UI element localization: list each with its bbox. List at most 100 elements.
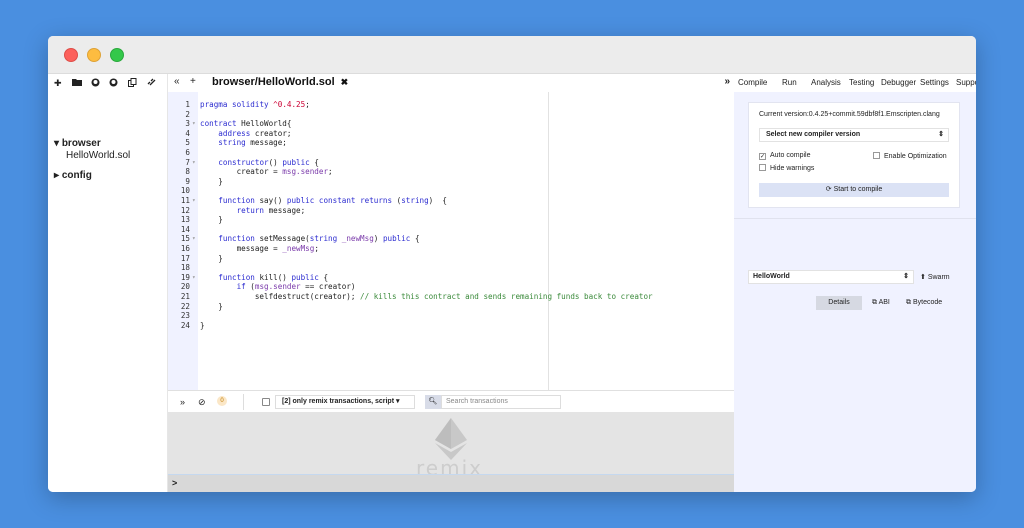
tx-filter-select[interactable]: [2] only remix transactions, script ▾ — [275, 395, 415, 409]
abi-label: ABI — [878, 299, 890, 306]
folder-config[interactable]: ▸ config — [54, 170, 92, 181]
folder-open-icon[interactable] — [72, 78, 82, 88]
close-tab-icon[interactable]: ✖ — [341, 77, 349, 87]
hide-warnings-option[interactable]: Hide warnings — [759, 164, 814, 172]
fold-arrow-icon[interactable]: ▾ — [192, 158, 196, 168]
line-number: 21 — [180, 292, 190, 301]
title-bar — [48, 36, 976, 74]
code-line: selfdestruct(creator); // kills this con… — [200, 292, 653, 301]
editor-tabbar: « + browser/HelloWorld.sol ✖ » — [168, 74, 734, 92]
line-number: 12 — [180, 205, 190, 215]
swarm-label: Swarm — [927, 274, 950, 281]
code-line: address creator; — [218, 128, 292, 138]
line-number: 17 — [180, 253, 190, 263]
details-button[interactable]: Details — [816, 296, 862, 310]
code-line: return message; — [236, 205, 306, 215]
code-line: creator = msg.sender; — [200, 167, 333, 177]
code-line: message = _newMsg; — [200, 244, 319, 253]
hide-warnings-checkbox[interactable] — [759, 164, 766, 171]
close-window-button[interactable] — [64, 48, 78, 62]
editor-area: « + browser/HelloWorld.sol ✖ » 1 pragma so… — [168, 74, 734, 492]
code-line: if (msg.sender == creator) — [236, 282, 356, 292]
tab-analysis[interactable]: Analysis — [811, 78, 841, 87]
code-line: string message; — [218, 138, 287, 148]
refresh-icon: ⟳ — [825, 186, 832, 193]
bytecode-button[interactable]: ⧉ Bytecode — [906, 299, 942, 307]
optimization-checkbox[interactable] — [873, 152, 880, 159]
line-number: 18 — [180, 263, 190, 273]
upload-icon: ⬆ — [920, 274, 926, 281]
hide-warnings-label: Hide warnings — [770, 165, 815, 172]
bytecode-label: Bytecode — [912, 299, 943, 306]
code-line: contract HelloWorld{ — [200, 119, 292, 129]
tab-debugger[interactable]: Debugger — [881, 78, 916, 87]
search-icon[interactable]: 🔍︎ — [425, 395, 441, 409]
line-number: 13 — [180, 215, 190, 225]
fold-arrow-icon[interactable]: ▾ — [192, 119, 196, 129]
tab-settings[interactable]: Settings — [920, 78, 949, 87]
minimize-terminal-icon[interactable]: » — [180, 397, 185, 407]
increase-font-icon[interactable]: + — [190, 76, 196, 87]
maximize-window-button[interactable] — [110, 48, 124, 62]
line-number: 2 — [185, 109, 190, 119]
terminal-output: remix — [168, 412, 734, 480]
tab-support[interactable]: Support — [956, 78, 976, 87]
line-number: 6 — [185, 148, 190, 157]
start-compile-button[interactable]: ⟳ Start to compile — [759, 183, 949, 197]
plus-icon[interactable]: ✚ — [54, 78, 62, 88]
contract-select[interactable]: HelloWorld ⇕ — [748, 270, 914, 284]
compiler-version-label: Select new compiler version — [766, 131, 861, 138]
line-number: 5 — [185, 138, 190, 148]
terminal-toolbar: » ⊘ 0 [2] only remix transactions, scrip… — [168, 390, 734, 412]
code-editor[interactable]: 1 pragma solidity ^0.4.25; 2 3 ▾ contract Hel… — [168, 92, 734, 390]
compiler-version-select[interactable]: Select new compiler version ⇕ — [759, 128, 949, 142]
line-number: 24 — [180, 320, 190, 330]
line-number: 4 — [185, 128, 190, 138]
code-line: } — [200, 301, 223, 311]
prompt-symbol: > — [172, 478, 178, 488]
terminal-input[interactable]: > — [168, 474, 734, 492]
fold-arrow-icon[interactable]: ▾ — [192, 273, 196, 283]
swarm-button[interactable]: ⬆ Swarm — [920, 273, 950, 281]
search-transactions-input[interactable]: Search transactions — [441, 395, 561, 409]
auto-compile-checkbox[interactable]: ✓ — [759, 153, 766, 160]
auto-compile-option[interactable]: ✓ Auto compile — [759, 152, 810, 160]
link-icon[interactable] — [147, 78, 156, 89]
optimization-option[interactable]: Enable Optimization — [873, 152, 947, 160]
copy-icon[interactable] — [128, 78, 137, 89]
copy-icon: ⧉ — [906, 299, 911, 306]
minimize-window-button[interactable] — [87, 48, 101, 62]
code-line: constructor() public { — [218, 157, 319, 167]
tab-testing[interactable]: Testing — [849, 78, 874, 87]
clear-terminal-icon[interactable]: ⊘ — [198, 397, 206, 408]
fold-arrow-icon[interactable]: ▾ — [192, 196, 196, 206]
line-number: 9 — [185, 176, 190, 186]
code-line: } — [200, 176, 223, 186]
github-publish-icon[interactable] — [109, 78, 118, 89]
line-number: 19 — [180, 272, 190, 282]
github-icon[interactable] — [91, 78, 100, 89]
toolbar-divider — [243, 394, 244, 410]
ethereum-logo-icon — [435, 418, 467, 460]
explorer-toolbar: ✚ — [48, 74, 168, 94]
collapse-left-icon[interactable]: « — [174, 76, 180, 87]
collapse-right-icon[interactable]: » — [724, 76, 730, 87]
line-number: 14 — [180, 224, 190, 234]
tab-label: browser/HelloWorld.sol — [212, 76, 335, 88]
pending-tx-badge: 0 — [217, 396, 227, 406]
code-line: function say() public constant returns (… — [218, 196, 447, 205]
listen-network-checkbox[interactable] — [262, 398, 270, 406]
file-helloworld[interactable]: HelloWorld.sol — [66, 150, 130, 161]
tab-compile[interactable]: Compile — [738, 78, 767, 87]
select-caret-icon: ⇕ — [938, 131, 944, 138]
tab-helloworld[interactable]: browser/HelloWorld.sol ✖ — [206, 76, 355, 92]
current-version: Current version:0.4.25+commit.59dbf8f1.E… — [759, 111, 940, 118]
folder-label: config — [61, 170, 92, 181]
tab-run[interactable]: Run — [782, 78, 797, 87]
fold-arrow-icon[interactable]: ▾ — [192, 234, 196, 244]
line-number: 1 — [185, 100, 190, 109]
app-window: ✚ ▾ browser HelloWorld.sol ▸ config « + … — [48, 36, 976, 492]
abi-button[interactable]: ⧉ ABI — [872, 299, 890, 307]
folder-browser[interactable]: ▾ browser — [54, 138, 101, 149]
contract-label: HelloWorld — [753, 273, 790, 280]
